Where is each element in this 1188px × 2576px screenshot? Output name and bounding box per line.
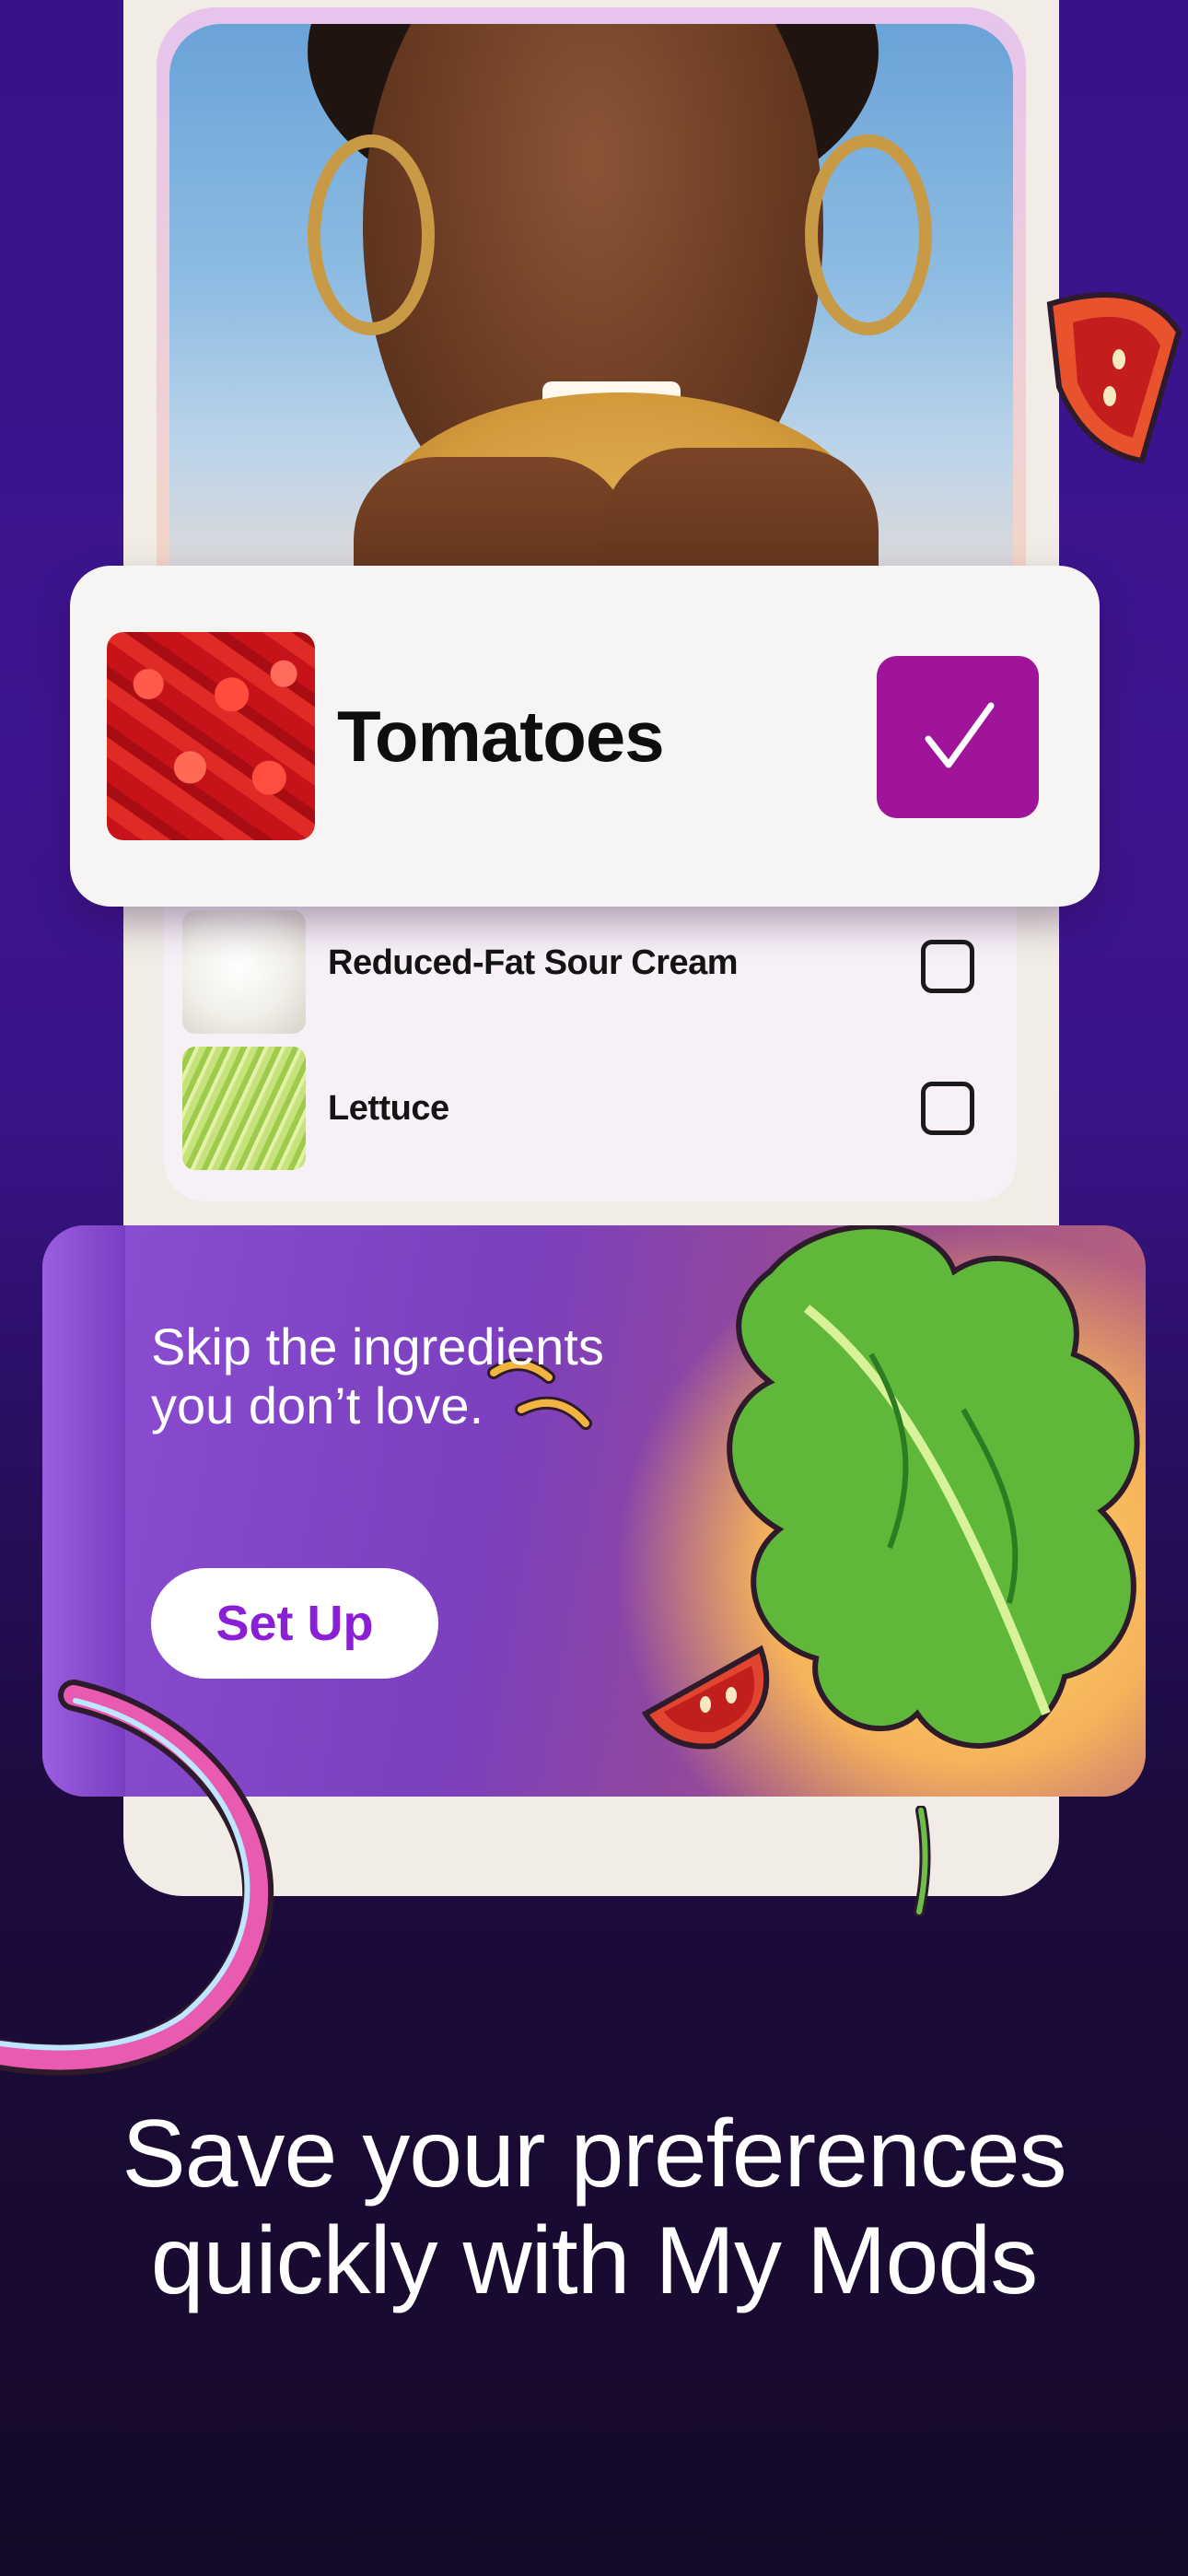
promo-text: Skip the ingredients you don’t love. [151,1317,604,1435]
onion-ring-illustration [0,1680,274,2076]
tomato-slice-illustration [641,1645,770,1750]
checkbox-checked[interactable] [877,656,1039,818]
featured-ingredient-label: Tomatoes [337,696,665,777]
lettuce-thumbnail [182,1047,306,1170]
checkbox-empty-icon[interactable] [921,940,974,993]
hero-photo [169,24,1013,614]
tomato-slice-illustration [1046,292,1182,464]
checkmark-icon [925,702,995,768]
lettuce-shred-illustration [914,1806,931,1916]
set-up-button[interactable]: Set Up [151,1568,438,1679]
checkbox-empty-icon[interactable] [921,1082,974,1135]
marketing-caption: Save your preferences quickly with My Mo… [122,2101,1066,2315]
left-earring [308,135,435,335]
ingredient-label: Lettuce [328,1089,449,1128]
featured-ingredient-card[interactable]: Tomatoes [70,566,1100,907]
sour-cream-thumbnail [182,910,306,1034]
ingredient-label: Reduced-Fat Sour Cream [328,943,739,982]
tomato-thumbnail [107,632,315,840]
right-earring [805,135,932,335]
